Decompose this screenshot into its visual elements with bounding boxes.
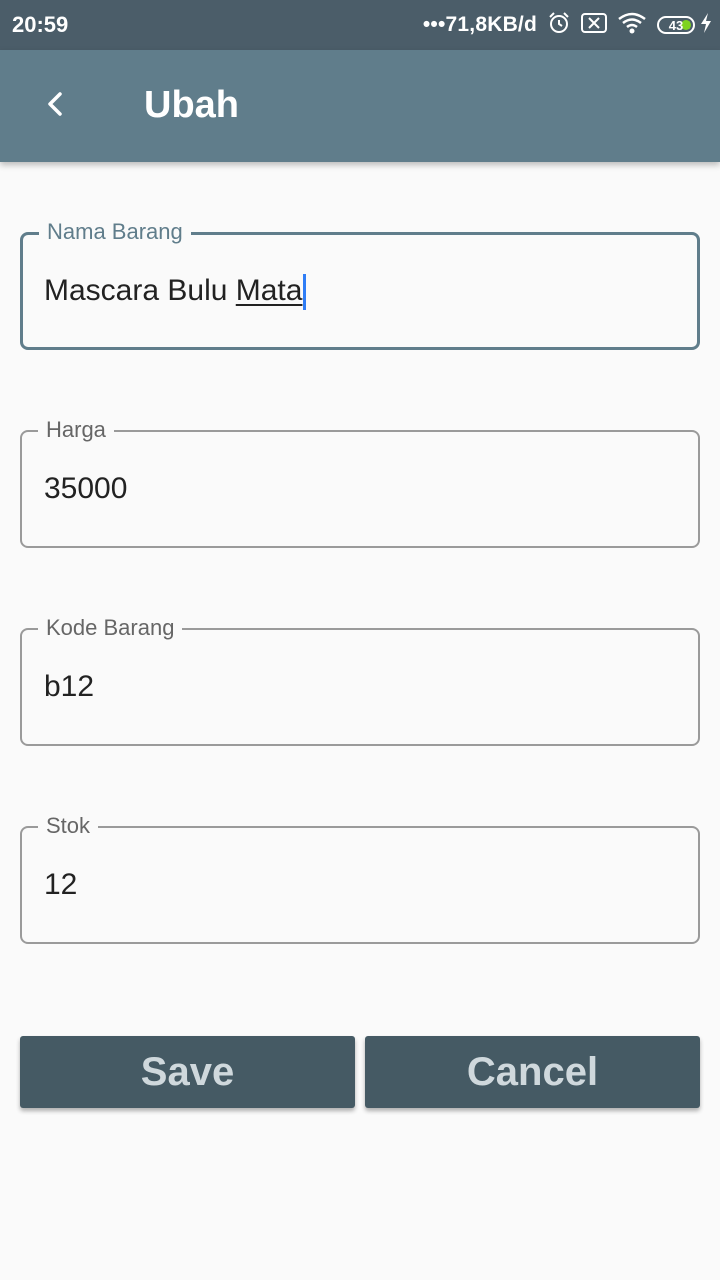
back-button[interactable] (30, 80, 82, 132)
harga-field[interactable]: Harga 35000 (20, 417, 700, 548)
harga-value[interactable]: 35000 (44, 469, 127, 509)
nama-barang-value[interactable]: Mascara Bulu Mata (44, 271, 307, 311)
battery-icon: 43 (657, 16, 695, 34)
harga-label: Harga (38, 417, 114, 443)
alarm-icon (547, 11, 571, 40)
arrow-back-icon (43, 91, 69, 122)
kode-barang-label: Kode Barang (38, 615, 183, 641)
kode-barang-field[interactable]: Kode Barang b12 (20, 615, 700, 746)
stok-field[interactable]: Stok 12 (20, 813, 700, 944)
nama-barang-label: Nama Barang (39, 219, 191, 245)
page-title: Ubah (144, 84, 239, 126)
app-bar: Ubah (0, 50, 720, 162)
charging-icon (700, 12, 712, 38)
stok-label: Stok (38, 813, 99, 839)
nama-barang-field[interactable]: Nama Barang Mascara Bulu Mata (20, 219, 700, 350)
status-icons: •••71,8KB/d 43 (423, 10, 712, 40)
kode-barang-value[interactable]: b12 (44, 667, 94, 707)
nama-barang-value-prefix: Mascara Bulu (44, 274, 236, 307)
status-bar: 20:59 •••71,8KB/d 43 (0, 0, 720, 50)
save-button[interactable]: Save (20, 1036, 355, 1108)
status-time: 20:59 (12, 12, 69, 37)
nama-barang-composing-text: Mata (235, 274, 303, 307)
stok-value[interactable]: 12 (44, 865, 77, 905)
text-cursor (303, 274, 307, 311)
cancel-button[interactable]: Cancel (365, 1036, 700, 1108)
network-speed: •••71,8KB/d (422, 13, 537, 36)
sim-off-icon (581, 12, 607, 39)
battery-level: 43 (668, 17, 684, 33)
wifi-icon (617, 11, 647, 40)
